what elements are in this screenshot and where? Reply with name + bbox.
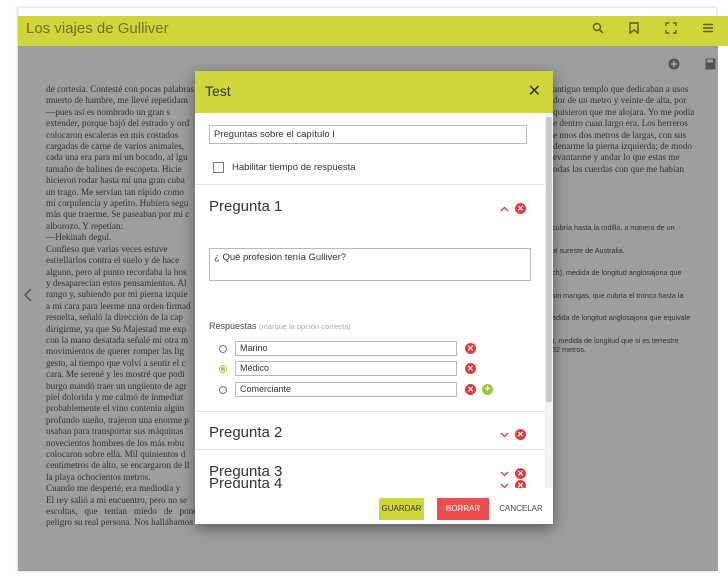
dialog-scrollbar[interactable]	[545, 113, 553, 488]
menu-icon[interactable]	[702, 22, 714, 37]
book-title: Los viajes de Gulliver	[26, 20, 169, 37]
save-button[interactable]: GUARDAR	[379, 498, 424, 520]
delete-answer-1-icon[interactable]: ✕	[465, 343, 476, 354]
cancel-button[interactable]: CANCELAR	[495, 498, 547, 520]
scrollbar-thumb[interactable]	[546, 117, 552, 402]
chevron-left-icon[interactable]	[23, 288, 32, 307]
delete-question-3-icon[interactable]: ✕	[515, 468, 526, 479]
timer-checkbox[interactable]	[213, 162, 224, 173]
answer-2-input[interactable]: Médico	[235, 361, 457, 376]
dialog-footer: GUARDAR BORRAR CANCELAR	[195, 488, 553, 524]
close-icon[interactable]: ✕	[528, 81, 541, 101]
chevron-down-icon[interactable]	[500, 469, 509, 479]
delete-question-1-icon[interactable]: ✕	[515, 203, 526, 214]
app-bar: Los viajes de Gulliver	[18, 16, 728, 46]
delete-answer-2-icon[interactable]: ✕	[465, 363, 476, 374]
search-icon[interactable]	[592, 22, 604, 37]
chevron-down-icon[interactable]	[500, 430, 509, 440]
bookmark-icon[interactable]	[629, 22, 639, 37]
answers-hint: (marque la opción correcta)	[259, 322, 351, 331]
answer-1-radio[interactable]	[219, 345, 227, 353]
dialog-header: Test ✕	[195, 71, 553, 113]
question-2-header[interactable]: Pregunta 2	[209, 424, 282, 441]
divider	[195, 411, 545, 412]
answer-3-radio[interactable]	[219, 386, 227, 394]
dialog-body: Habilitar tiempo de respuesta Pregunta 1…	[195, 113, 545, 488]
delete-question-2-icon[interactable]: ✕	[515, 429, 526, 440]
answer-3-input[interactable]: Comerciante	[235, 382, 457, 397]
delete-answer-3-icon[interactable]: ✕	[465, 384, 476, 395]
answer-1-input[interactable]: Marino	[235, 341, 457, 356]
chevron-up-icon[interactable]	[500, 204, 509, 214]
divider	[195, 184, 545, 185]
question-1-text[interactable]: ¿ Qué profesión tenía Gulliver?	[209, 248, 531, 281]
question-1-header[interactable]: Pregunta 1	[209, 198, 282, 215]
answer-2-radio[interactable]	[219, 365, 227, 373]
timer-option[interactable]: Habilitar tiempo de respuesta	[213, 162, 356, 173]
answers-label-text: Respuestas	[209, 321, 257, 331]
answers-label: Respuestas (marque la opción correcta)	[209, 321, 351, 331]
test-dialog: Test ✕ Habilitar tiempo de respuesta Pre…	[195, 71, 553, 524]
dialog-title: Test	[205, 83, 231, 99]
add-answer-icon[interactable]: +	[482, 384, 493, 395]
test-title-input[interactable]	[209, 125, 527, 144]
divider	[195, 449, 545, 450]
timer-label: Habilitar tiempo de respuesta	[232, 162, 356, 174]
fullscreen-icon[interactable]	[665, 22, 677, 37]
delete-button[interactable]: BORRAR	[437, 498, 489, 520]
